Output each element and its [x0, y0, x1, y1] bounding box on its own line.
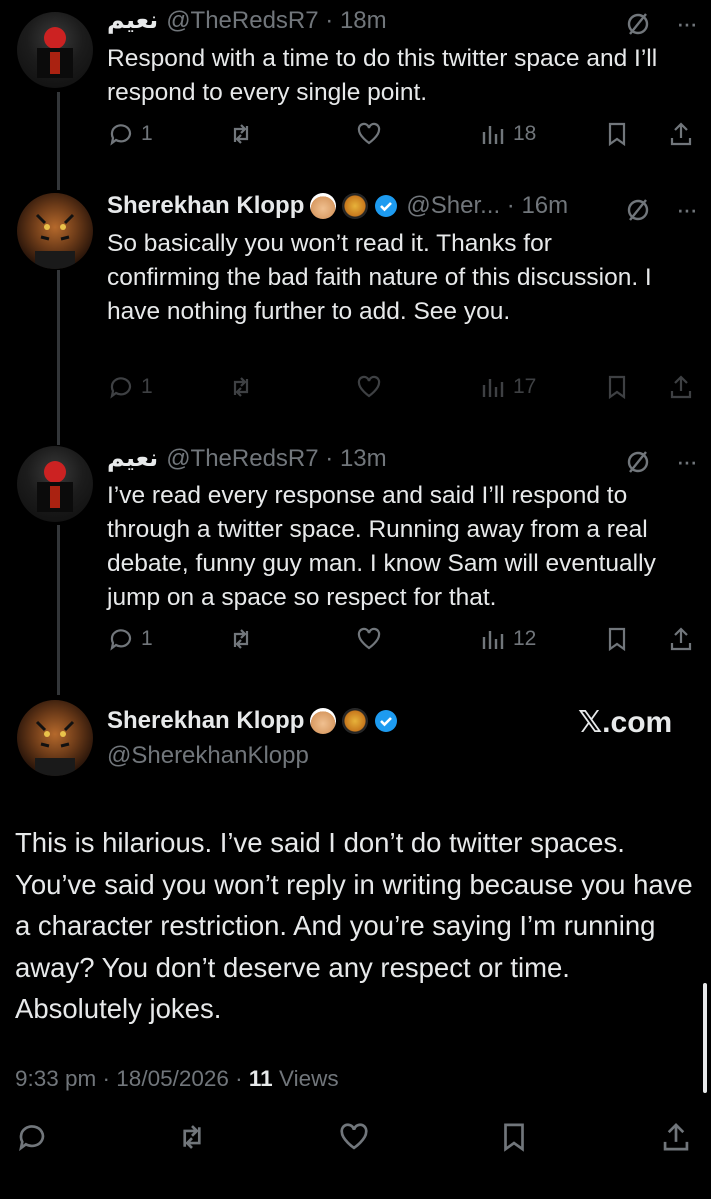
bookmark-button[interactable] — [603, 120, 631, 148]
views-button[interactable]: 18 — [479, 120, 536, 148]
retweet-button[interactable] — [227, 373, 255, 401]
bookmark-icon — [608, 122, 626, 147]
handle[interactable]: @SherekhanKlopp — [107, 742, 309, 770]
more-icon[interactable]: ··· — [676, 446, 698, 477]
avatar[interactable] — [17, 446, 93, 522]
views-button[interactable]: 17 — [479, 373, 536, 401]
like-icon — [357, 375, 381, 398]
reply-count: 1 — [141, 627, 153, 650]
avatar[interactable] — [17, 12, 93, 88]
reply-icon — [110, 629, 132, 651]
tweet-meta: 9:33 pm · 18/05/2026 · 11 Views — [15, 1066, 339, 1092]
views-count: 11 — [248, 1066, 273, 1091]
views-count: 12 — [513, 627, 537, 650]
display-name[interactable]: Sherekhan Klopp — [107, 707, 304, 735]
tweet-text: Respond with a time to do this twitter s… — [107, 45, 658, 106]
verified-icon — [375, 710, 398, 732]
share-button[interactable] — [659, 1120, 693, 1154]
views-icon — [482, 126, 504, 144]
like-button[interactable] — [355, 120, 383, 148]
handle-and-time[interactable]: @TheRedsR7 · 13m — [166, 445, 386, 473]
reply-button[interactable] — [15, 1120, 49, 1154]
main-actions — [15, 1120, 695, 1156]
thread-line — [57, 525, 60, 695]
handle-and-time[interactable]: @Sher... · 16m — [406, 192, 568, 220]
avatar[interactable] — [17, 193, 93, 269]
bookmark-button[interactable] — [497, 1120, 531, 1154]
grok-icon[interactable] — [624, 196, 652, 224]
share-button[interactable] — [667, 625, 695, 653]
like-button[interactable] — [337, 1120, 371, 1154]
retweet-button[interactable] — [227, 120, 255, 148]
views-button[interactable]: 12 — [479, 625, 536, 653]
time-date[interactable]: 9:33 pm · 18/05/2026 · — [15, 1066, 249, 1091]
share-icon — [670, 627, 692, 651]
chef-emoji-icon — [310, 708, 337, 734]
chef-emoji-icon — [310, 193, 337, 219]
reply-button[interactable]: 1 — [107, 625, 153, 653]
avatar[interactable] — [17, 700, 93, 776]
paella-emoji-icon — [342, 193, 369, 219]
like-icon — [357, 122, 381, 145]
grok-icon[interactable] — [624, 448, 652, 476]
retweet-icon — [233, 629, 249, 649]
views-icon — [482, 379, 504, 397]
x-com-watermark: 𝕏.com — [578, 706, 673, 739]
reply-button[interactable]: 1 — [107, 120, 153, 148]
views-label: Views — [278, 1066, 339, 1091]
tweet-text: So basically you won’t read it. Thanks f… — [107, 230, 652, 325]
share-button[interactable] — [667, 373, 695, 401]
views-count: 18 — [513, 122, 537, 145]
like-icon — [357, 627, 381, 650]
reply-icon — [19, 1125, 45, 1152]
retweet-icon — [233, 124, 249, 144]
retweet-icon — [233, 377, 249, 397]
bookmark-button[interactable] — [603, 373, 631, 401]
reply-count: 1 — [141, 122, 153, 145]
bookmark-icon — [608, 375, 626, 400]
like-button[interactable] — [355, 625, 383, 653]
share-icon — [670, 375, 692, 399]
paella-emoji-icon — [342, 708, 369, 734]
tweet-text: I’ve read every response and said I’ll r… — [107, 482, 656, 611]
thread-line — [57, 270, 60, 445]
share-icon — [670, 122, 692, 146]
more-icon[interactable]: ··· — [676, 8, 698, 39]
scrollbar[interactable] — [703, 983, 707, 1093]
reply-count: 1 — [141, 375, 153, 398]
thread-line — [57, 92, 60, 190]
retweet-icon — [183, 1125, 201, 1149]
like-button[interactable] — [355, 373, 383, 401]
bookmark-button[interactable] — [603, 625, 631, 653]
display-name[interactable]: نعيم — [107, 444, 158, 473]
bookmark-icon — [608, 627, 626, 652]
retweet-button[interactable] — [227, 625, 255, 653]
views-icon — [482, 631, 504, 649]
handle-and-time[interactable]: @TheRedsR7 · 18m — [166, 7, 386, 35]
main-tweet-text: This is hilarious. I’ve said I don’t do … — [15, 827, 693, 1024]
views-count: 17 — [513, 375, 537, 398]
display-name[interactable]: Sherekhan Klopp — [107, 192, 304, 220]
display-name[interactable]: نعيم — [107, 6, 158, 35]
grok-icon[interactable] — [624, 10, 652, 38]
like-icon — [340, 1123, 368, 1150]
verified-icon — [375, 195, 398, 217]
reply-button[interactable]: 1 — [107, 373, 153, 401]
share-icon — [663, 1122, 689, 1151]
reply-icon — [110, 377, 132, 399]
bookmark-icon — [504, 1123, 524, 1152]
more-icon[interactable]: ··· — [676, 194, 698, 225]
reply-icon — [110, 124, 132, 146]
retweet-button[interactable] — [175, 1120, 209, 1154]
share-button[interactable] — [667, 120, 695, 148]
